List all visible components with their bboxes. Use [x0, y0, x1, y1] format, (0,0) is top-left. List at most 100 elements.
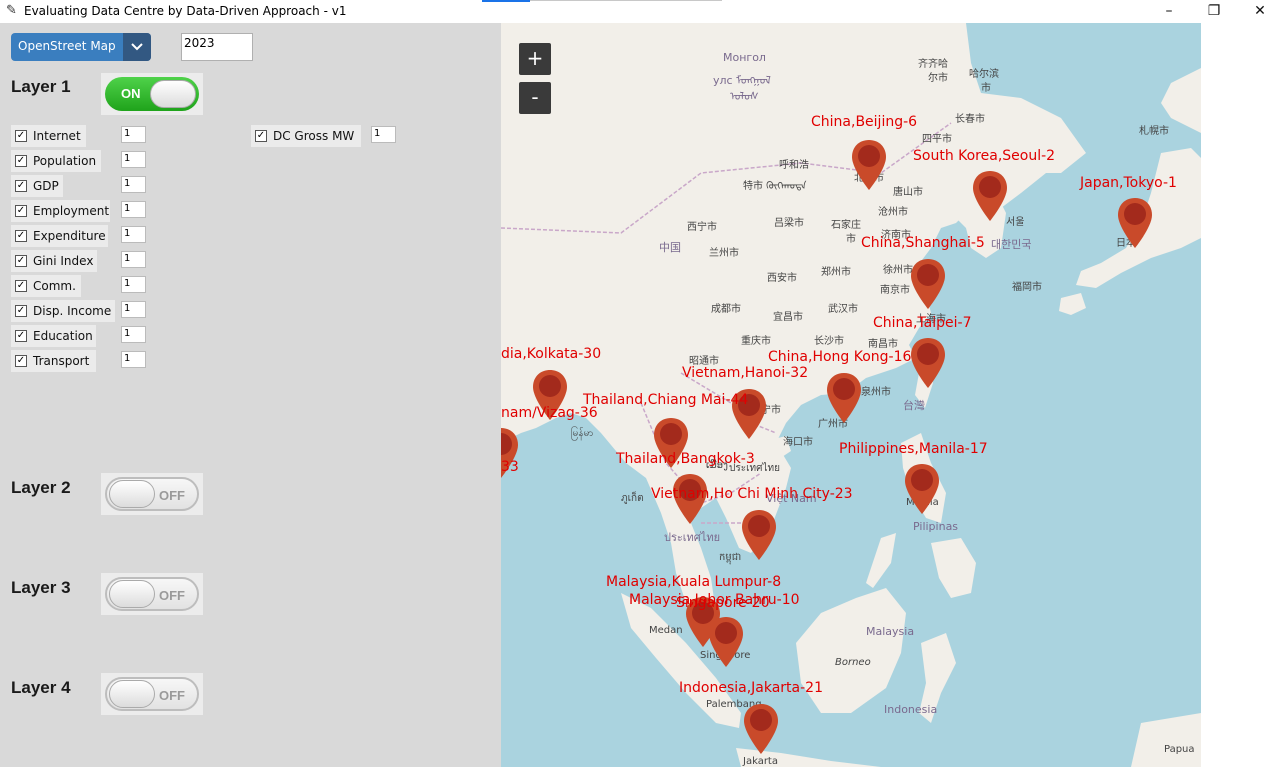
map-marker-pin[interactable]	[709, 617, 743, 667]
place-label: 特市 ᠬᠥᠬᠡᠬᠣᠲᠠ	[743, 181, 807, 192]
checkbox-box[interactable]: ✓	[15, 155, 27, 167]
checkbox-box[interactable]: ✓	[255, 130, 267, 142]
checkbox-dc-gross-mw[interactable]: ✓ DC Gross MW	[251, 125, 361, 147]
toggle-track: OFF	[105, 577, 199, 611]
place-label: 长春市	[955, 114, 985, 125]
weight-input-internet[interactable]: 1	[121, 126, 146, 143]
weight-input-education[interactable]: 1	[121, 326, 146, 343]
place-label: ภูเก็ต	[621, 493, 644, 504]
feather-icon: ✎	[6, 3, 17, 18]
place-label: 市	[846, 234, 856, 245]
toggle-track: OFF	[105, 477, 199, 511]
place-label: 武汉市	[828, 304, 858, 315]
place-label: Papua	[1164, 744, 1195, 755]
weight-input-gdp[interactable]: 1	[121, 176, 146, 193]
map-marker-pin[interactable]	[744, 704, 778, 754]
place-label: 대한민국	[991, 238, 1032, 251]
checkbox-box[interactable]: ✓	[15, 130, 27, 142]
checkbox-employment[interactable]: ✓ Employment	[11, 200, 110, 222]
checkbox-box[interactable]: ✓	[15, 205, 27, 217]
map-marker-pin[interactable]	[973, 171, 1007, 221]
place-label: 长沙市	[814, 336, 844, 347]
weight-input-dc-gross-mw[interactable]: 1	[371, 126, 396, 143]
place-label: 尔市	[928, 73, 948, 84]
map-marker-pin[interactable]	[905, 464, 939, 514]
checkbox-disp-income[interactable]: ✓ Disp. Income	[11, 300, 115, 322]
map-marker-label: China,Hong Kong-16	[768, 349, 912, 365]
toggle-knob	[150, 80, 196, 108]
year-input[interactable]: 2023	[181, 33, 253, 61]
weight-input-employment[interactable]: 1	[121, 201, 146, 218]
checkbox-box[interactable]: ✓	[15, 355, 27, 367]
checkbox-expenditure[interactable]: ✓ Expenditure	[11, 225, 108, 247]
map-marker-label: Thailand,Chiang Mai-44	[583, 392, 749, 408]
checkbox-label: GDP	[33, 179, 59, 193]
restore-button[interactable]: ❐	[1191, 0, 1237, 23]
checkbox-transport[interactable]: ✓ Transport	[11, 350, 96, 372]
checkbox-box[interactable]: ✓	[15, 180, 27, 192]
window-title: Evaluating Data Centre by Data-Driven Ap…	[24, 4, 347, 18]
weight-input-gini-index[interactable]: 1	[121, 251, 146, 268]
layer-2-label: Layer 2	[11, 478, 71, 497]
checkbox-box[interactable]: ✓	[15, 255, 27, 267]
blank-area	[1201, 23, 1285, 767]
map-source-value: OpenStreet Map	[18, 39, 116, 53]
place-label: 齐齐哈	[918, 59, 948, 70]
titlebar-divider	[530, 0, 722, 1]
place-label: မြန်မာ	[571, 428, 594, 439]
map-source-select[interactable]: OpenStreet Map	[11, 33, 151, 61]
map-marker-pin[interactable]	[827, 373, 861, 423]
zoom-in-button[interactable]: +	[519, 43, 551, 75]
checkbox-box[interactable]: ✓	[15, 230, 27, 242]
place-label: Jakarta	[743, 756, 778, 767]
toggle-knob	[109, 680, 155, 708]
map-marker-pin[interactable]	[852, 140, 886, 190]
checkbox-box[interactable]: ✓	[15, 305, 27, 317]
toggle-knob	[109, 580, 155, 608]
layer-4-label: Layer 4	[11, 678, 71, 697]
place-label: Malaysia	[866, 625, 915, 638]
map-marker-pin[interactable]	[742, 510, 776, 560]
checkbox-gdp[interactable]: ✓ GDP	[11, 175, 63, 197]
minimize-button[interactable]: –	[1146, 0, 1192, 23]
weight-input-expenditure[interactable]: 1	[121, 226, 146, 243]
weight-input-population[interactable]: 1	[121, 151, 146, 168]
place-label: 徐州市	[883, 265, 913, 276]
map-marker-pin[interactable]	[1118, 198, 1152, 248]
map-marker-pin[interactable]	[911, 338, 945, 388]
close-button[interactable]: ✕	[1237, 0, 1283, 23]
place-label: 西安市	[767, 273, 797, 284]
checkbox-gini-index[interactable]: ✓ Gini Index	[11, 250, 97, 272]
checkbox-comm[interactable]: ✓ Comm.	[11, 275, 81, 297]
toggle-state: ON	[121, 86, 141, 101]
toggle-state: OFF	[159, 488, 185, 503]
toggle-knob	[109, 480, 155, 508]
layer-3-toggle[interactable]: OFF	[101, 573, 203, 615]
place-label: Indonesia	[884, 703, 938, 716]
weight-input-transport[interactable]: 1	[121, 351, 146, 368]
place-label: Borneo	[835, 657, 871, 668]
map-marker-label: Thailand,Bangkok-3	[616, 451, 755, 467]
dropdown-button[interactable]	[123, 33, 151, 61]
zoom-out-button[interactable]: -	[519, 82, 551, 114]
checkbox-box[interactable]: ✓	[15, 330, 27, 342]
weight-input-disp-income[interactable]: 1	[121, 301, 146, 318]
place-label: 서울	[1006, 217, 1025, 228]
map-marker-label: Singapore-20	[676, 595, 770, 611]
weight-input-comm[interactable]: 1	[121, 276, 146, 293]
layer-1-toggle[interactable]: ON	[101, 73, 203, 115]
layer-2-toggle[interactable]: OFF	[101, 473, 203, 515]
checkbox-label: Comm.	[33, 279, 76, 293]
checkbox-internet[interactable]: ✓ Internet	[11, 125, 86, 147]
place-label: 札幌市	[1139, 126, 1169, 137]
checkbox-population[interactable]: ✓ Population	[11, 150, 101, 172]
map-view[interactable]: Монгол улс ᠮᠤᠩᠭᠤᠯ ᠤᠯᠤᠰ 齐齐哈 尔市 哈尔滨 市 长春市 …	[501, 23, 1201, 767]
layer-4-toggle[interactable]: OFF	[101, 673, 203, 715]
checkbox-box[interactable]: ✓	[15, 280, 27, 292]
place-label: 呼和浩	[779, 160, 809, 171]
map-marker-pin[interactable]	[911, 259, 945, 309]
map-marker-label: South Korea,Seoul-2	[913, 148, 1056, 164]
checkbox-education[interactable]: ✓ Education	[11, 325, 96, 347]
toggle-state: OFF	[159, 688, 185, 703]
place-label: 福岡市	[1012, 282, 1042, 293]
